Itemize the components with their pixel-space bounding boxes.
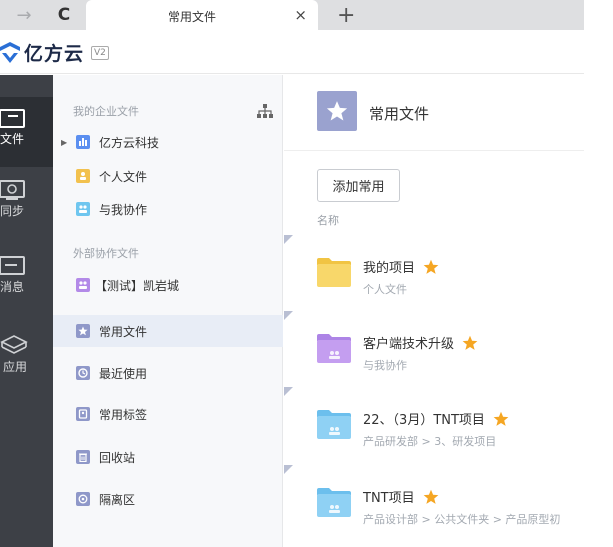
tree-item-label: 【测试】凯岩城 [95, 278, 180, 293]
folder-icon [317, 487, 351, 517]
add-favorite-button[interactable]: 添加常用 [317, 169, 400, 202]
org-chart-icon [76, 135, 90, 149]
file-name-text: 22、（3月）TNT项目 [363, 413, 485, 428]
table-row[interactable]: TNT项目产品设计部 > 公共文件夹 > 产品原型初 [284, 465, 584, 539]
tree-item-company[interactable]: ▶ 亿方云科技 [53, 126, 283, 158]
window-edge [584, 0, 613, 547]
folder-icon [317, 409, 351, 439]
tree-item-personal[interactable]: 个人文件 [53, 160, 283, 192]
star-icon[interactable] [423, 259, 439, 275]
logo-text: 亿方云 [24, 43, 85, 65]
forward-button[interactable]: → [12, 3, 36, 27]
tag-icon [76, 407, 90, 421]
favorites-star-icon [317, 91, 357, 131]
org-structure-icon[interactable] [257, 103, 273, 118]
tree-item-quarantine[interactable]: 隔离区 [53, 483, 283, 515]
main-content: 常用文件 添加常用 名称 我的项目 个人文件 客户端技术升级 与我协作 22、（3月）T… [284, 75, 584, 547]
rail-item-messages[interactable]: 消息 [0, 245, 53, 315]
rail-item-sync[interactable]: 同步 [0, 169, 53, 239]
star-icon[interactable] [493, 411, 509, 427]
table-row[interactable]: 22、（3月）TNT项目 产品研发部 > 3、研发项目 [284, 387, 584, 461]
file-path[interactable]: 个人文件 [363, 281, 407, 297]
rail-label: 应用 [3, 360, 28, 374]
folder-tree: 我的企业文件 ▶ 亿方云科技 个人文件 与我协作 外部协作文件 【测试】凯岩城 … [53, 75, 283, 547]
logo-icon [0, 41, 20, 65]
left-rail: 文件 同步 消息 应用 [0, 75, 53, 547]
file-path[interactable]: 与我协作 [363, 357, 407, 373]
page-title: 常用文件 [369, 105, 430, 123]
tree-item-tags[interactable]: 常用标签 [53, 398, 283, 430]
section-external: 外部协作文件 [73, 247, 139, 260]
rail-item-files[interactable]: 文件 [0, 97, 53, 167]
file-name[interactable]: 客户端技术升级 [363, 333, 478, 352]
version-badge: V2 [91, 45, 109, 60]
logo[interactable]: 亿方云 V2 [0, 39, 109, 66]
tree-item-test-kaiyan[interactable]: 【测试】凯岩城 [53, 269, 283, 301]
star-icon[interactable] [423, 489, 439, 505]
browser-tab[interactable]: 常用文件 × [86, 0, 318, 30]
folder-icon [317, 257, 351, 287]
quarantine-icon [76, 492, 90, 506]
file-name-text: 客户端技术升级 [363, 337, 455, 352]
reload-button[interactable]: C [52, 3, 76, 27]
file-icon [0, 107, 26, 129]
star-icon[interactable] [462, 335, 478, 351]
tree-item-trash[interactable]: 回收站 [53, 441, 283, 473]
tree-item-label: 隔离区 [99, 492, 136, 507]
file-name[interactable]: 22、（3月）TNT项目 [363, 409, 509, 428]
tree-item-label: 亿方云科技 [99, 135, 160, 150]
collab-icon [76, 278, 90, 292]
tree-item-collab[interactable]: 与我协作 [53, 193, 283, 225]
column-header-name[interactable]: 名称 [317, 212, 339, 228]
message-icon [0, 255, 26, 277]
clock-icon [76, 366, 90, 380]
section-enterprise: 我的企业文件 [73, 105, 139, 118]
rail-label: 同步 [0, 204, 25, 218]
tree-item-label: 常用标签 [99, 407, 148, 422]
file-name[interactable]: TNT项目 [363, 487, 439, 506]
table-row[interactable]: 我的项目 个人文件 [284, 235, 584, 309]
sync-icon [0, 179, 26, 201]
trash-icon [76, 450, 90, 464]
new-tab-button[interactable]: + [337, 3, 355, 28]
apps-icon [0, 335, 28, 357]
file-name-text: 我的项目 [363, 261, 416, 276]
collab-icon [76, 202, 90, 216]
folder-icon [317, 333, 351, 363]
tree-item-favorites[interactable]: 常用文件 [53, 315, 283, 347]
tree-item-label: 回收站 [99, 450, 136, 465]
tab-title: 常用文件 [167, 10, 216, 24]
tree-item-label: 最近使用 [99, 366, 148, 381]
rail-label: 消息 [0, 280, 25, 294]
tree-item-recent[interactable]: 最近使用 [53, 357, 283, 389]
expand-caret-icon[interactable]: ▶ [61, 138, 67, 147]
file-path[interactable]: 产品设计部 > 公共文件夹 > 产品原型初 [363, 511, 560, 527]
star-icon [76, 324, 90, 338]
person-icon [76, 169, 90, 183]
rail-label: 文件 [0, 132, 25, 146]
table-row[interactable]: 客户端技术升级 与我协作 [284, 311, 584, 385]
tree-item-label: 与我协作 [99, 202, 148, 217]
rail-item-apps[interactable]: 应用 [0, 325, 53, 395]
tab-close-button[interactable]: × [294, 6, 307, 24]
file-path[interactable]: 产品研发部 > 3、研发项目 [363, 433, 496, 449]
tree-item-label: 个人文件 [99, 169, 148, 184]
file-name-text: TNT项目 [363, 491, 415, 506]
app-header: 亿方云 V2 [0, 30, 584, 74]
file-name[interactable]: 我的项目 [363, 257, 439, 276]
tree-item-label: 常用文件 [99, 324, 148, 339]
content-header: 常用文件 [284, 75, 584, 151]
browser-chrome: → C 常用文件 × + [0, 0, 613, 30]
